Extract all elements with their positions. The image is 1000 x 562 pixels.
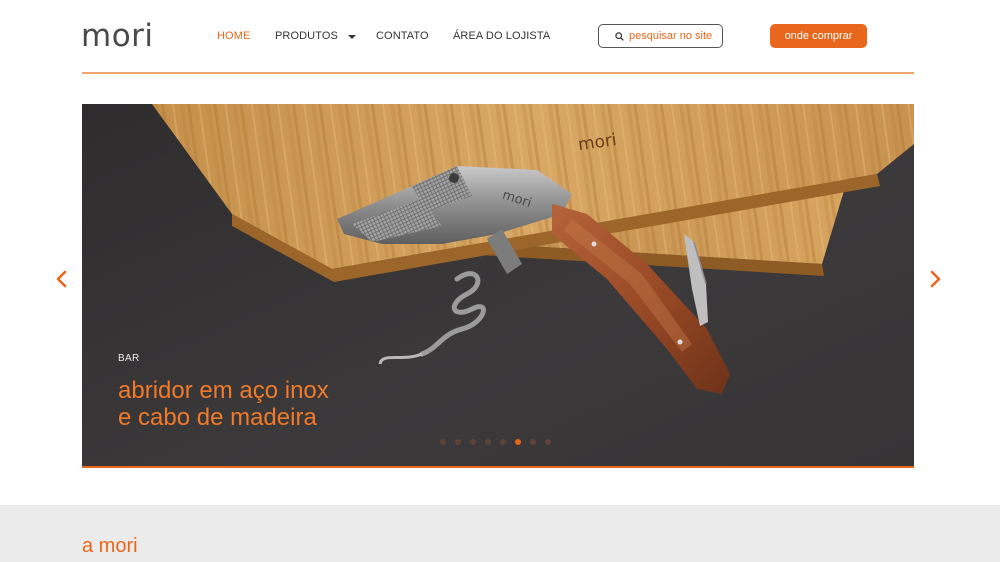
nav-item-area-do-lojista[interactable]: ÁREA DO LOJISTA (453, 27, 550, 45)
slider-dot[interactable] (455, 439, 461, 445)
chevron-right-icon[interactable] (928, 270, 942, 288)
slider-dot[interactable] (500, 439, 506, 445)
nav-item-produtos[interactable]: PRODUTOS (275, 27, 356, 45)
about-title: a mori (82, 535, 138, 557)
brand-logo[interactable]: mori (81, 18, 154, 54)
site-header: mori HOME PRODUTOS CONTATO ÁREA DO LOJIS… (0, 0, 1000, 75)
about-section: a mori (0, 505, 1000, 562)
slider-dot[interactable] (485, 439, 491, 445)
where-to-buy-button[interactable]: onde comprar (770, 24, 867, 48)
search-button[interactable]: pesquisar no site (598, 24, 723, 48)
nav-item-home[interactable]: HOME (217, 27, 250, 45)
header-divider (82, 72, 914, 74)
slider-dot[interactable] (545, 439, 551, 445)
nav-item-contato[interactable]: CONTATO (376, 27, 429, 45)
slider-dot[interactable] (470, 439, 476, 445)
nav-item-produtos-label: PRODUTOS (275, 30, 338, 42)
slider-dot[interactable] (440, 439, 446, 445)
chevron-left-icon[interactable] (55, 270, 69, 288)
search-icon (615, 31, 624, 41)
hero-slider[interactable]: mori mori BAR abridor em aço inox e cabo… (82, 104, 914, 468)
chevron-down-icon (347, 34, 356, 39)
slide-title-line-1: abridor em aço inox (118, 377, 329, 404)
slider-dot[interactable] (530, 439, 536, 445)
slide-title-line-2: e cabo de madeira (118, 404, 317, 431)
slide-title: abridor em aço inox e cabo de madeira (118, 377, 329, 431)
search-button-label: pesquisar no site (629, 30, 713, 42)
slide-category: BAR (118, 353, 140, 364)
slider-dot[interactable] (515, 439, 521, 445)
slider-pagination (440, 439, 551, 445)
